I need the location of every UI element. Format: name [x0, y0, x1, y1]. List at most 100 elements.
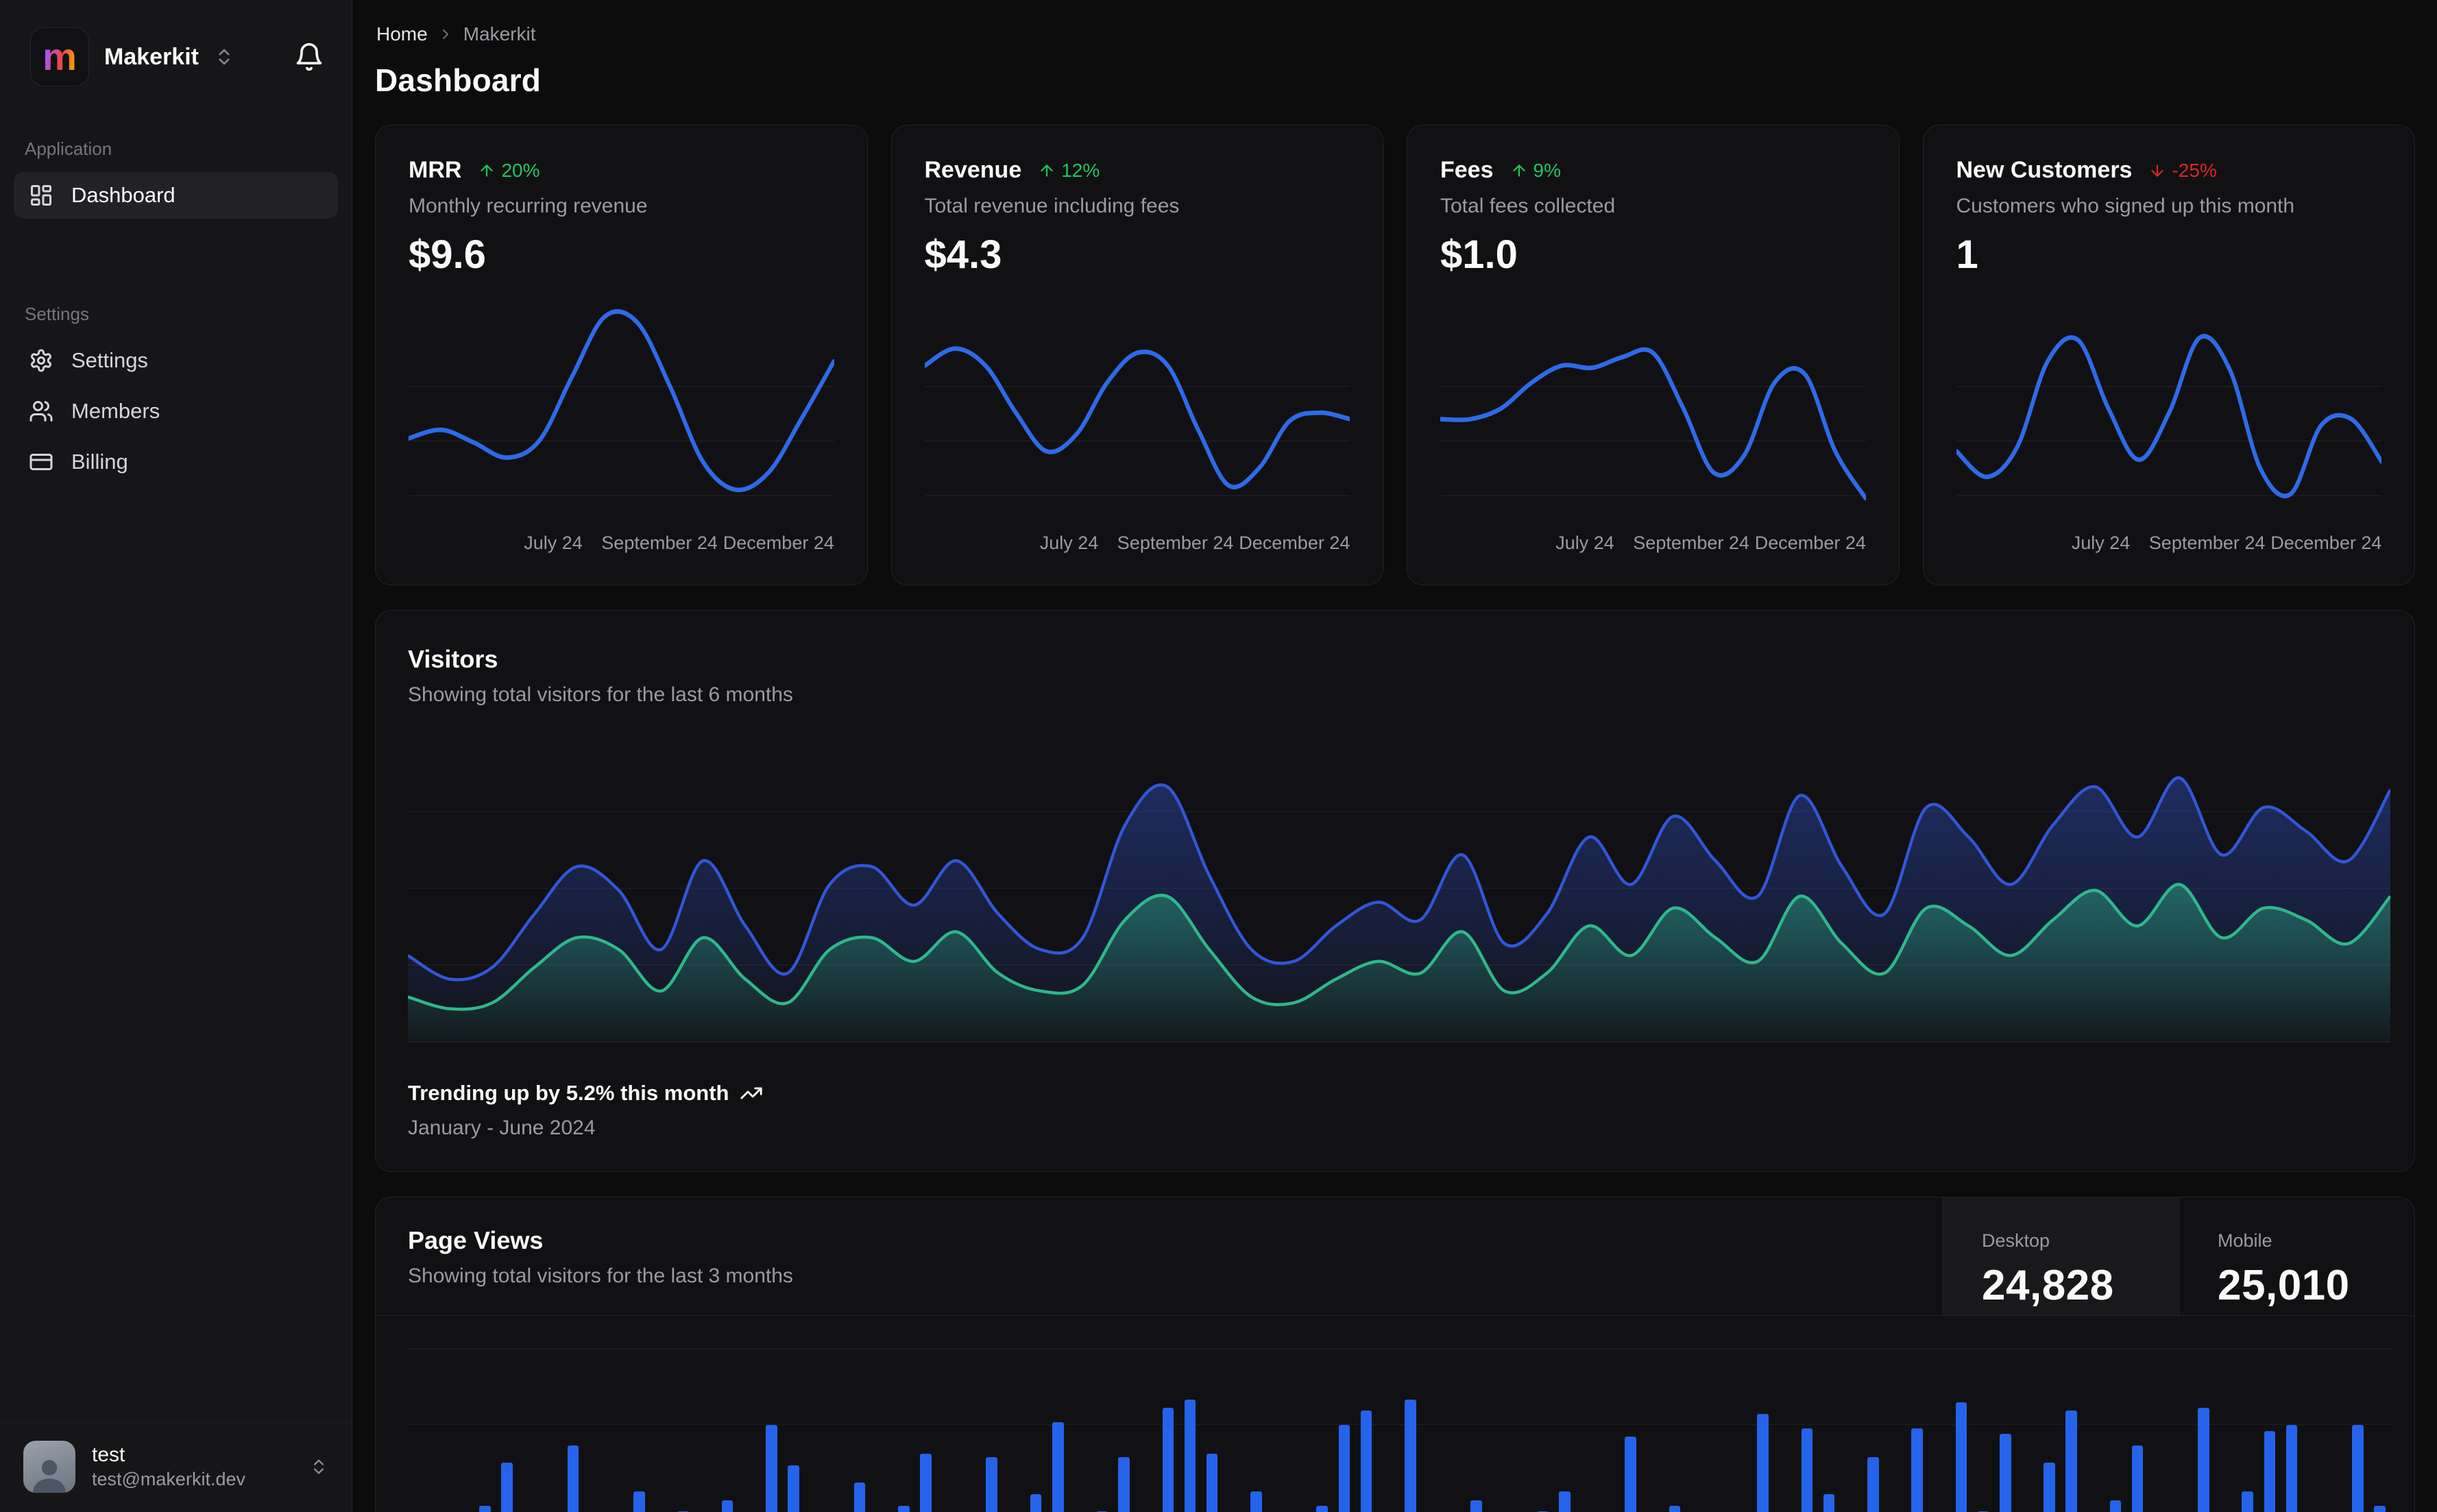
bar — [2083, 1316, 2105, 1512]
axis-tick: July 24 — [1039, 533, 1099, 553]
stat-card-new-customers: New Customers -25% Customers who signed … — [1922, 125, 2415, 585]
toggle-value: 25,010 — [2218, 1262, 2350, 1309]
axis-tick: December 24 — [1754, 533, 1866, 553]
stats-grid: MRR 20% Monthly recurring revenue $9.6 J… — [375, 125, 2415, 585]
stat-value: $1.0 — [1440, 232, 1518, 277]
bar — [1796, 1316, 1818, 1512]
chevron-right-icon — [437, 26, 454, 42]
x-axis-labels: July 24 September 24 December 24 — [1956, 533, 2382, 560]
visitors-area-chart — [408, 735, 2390, 1042]
stat-description: Total fees collected — [1440, 195, 1616, 217]
breadcrumb: Home Makerkit — [375, 23, 2415, 45]
toggle-mobile[interactable]: Mobile 25,010 — [2179, 1197, 2414, 1315]
trend-badge: 12% — [1038, 160, 1100, 182]
sparkline-chart — [409, 295, 834, 523]
bar — [1840, 1316, 1862, 1512]
bar — [893, 1316, 914, 1512]
bar — [1553, 1316, 1575, 1512]
toggle-value: 24,828 — [1982, 1262, 2114, 1309]
bar — [1642, 1316, 1664, 1512]
bar — [716, 1316, 738, 1512]
trend-value: -25% — [2172, 159, 2217, 181]
bar — [1730, 1316, 1751, 1512]
visitors-title: Visitors — [408, 645, 498, 673]
user-email: test@makerkit.dev — [92, 1468, 245, 1489]
bar — [1311, 1316, 1333, 1512]
page-title: Dashboard — [375, 62, 542, 98]
bar — [738, 1316, 760, 1512]
page-views-bar-chart — [408, 1316, 2390, 1512]
user-menu[interactable]: test test@makerkit.dev — [15, 1435, 337, 1498]
sidebar-item-label: Dashboard — [71, 183, 175, 207]
bar — [1950, 1316, 1972, 1512]
toggle-label: Mobile — [2218, 1230, 2272, 1251]
bar — [606, 1316, 628, 1512]
visitors-subtitle: Showing total visitors for the last 6 mo… — [408, 683, 793, 706]
stat-description: Monthly recurring revenue — [409, 195, 648, 217]
bar — [430, 1316, 452, 1512]
chevrons-up-down-icon — [214, 47, 234, 67]
bar — [914, 1316, 936, 1512]
bar — [1179, 1316, 1201, 1512]
stat-card-mrr: MRR 20% Monthly recurring revenue $9.6 J… — [375, 125, 868, 585]
bar — [1267, 1316, 1289, 1512]
bar — [1708, 1316, 1730, 1512]
trending-up-icon — [740, 1082, 763, 1105]
bar — [694, 1316, 716, 1512]
bar — [2016, 1316, 2038, 1512]
bell-icon[interactable] — [294, 42, 324, 72]
bar — [496, 1316, 518, 1512]
bar — [518, 1316, 540, 1512]
logo-letter: m — [43, 35, 77, 78]
bar — [1575, 1316, 1597, 1512]
sidebar-footer: test test@makerkit.dev — [0, 1422, 352, 1512]
bar — [827, 1316, 849, 1512]
bar — [1113, 1316, 1135, 1512]
axis-tick: July 24 — [2071, 533, 2131, 553]
bar — [1488, 1316, 1510, 1512]
bar — [452, 1316, 474, 1512]
bar — [2347, 1316, 2368, 1512]
trend-badge: -25% — [2148, 159, 2217, 182]
bar — [782, 1316, 804, 1512]
avatar — [23, 1441, 75, 1493]
sidebar-item-dashboard[interactable]: Dashboard — [14, 172, 338, 219]
gear-icon — [29, 348, 53, 373]
axis-tick: September 24 — [1633, 533, 1749, 553]
bar — [1664, 1316, 1686, 1512]
axis-tick: December 24 — [1239, 533, 1350, 553]
visitors-trend-text: Trending up by 5.2% this month — [408, 1081, 729, 1105]
bar — [1201, 1316, 1223, 1512]
bar — [760, 1316, 782, 1512]
axis-tick: July 24 — [1555, 533, 1614, 553]
sidebar-item-billing[interactable]: Billing — [14, 439, 338, 485]
bar — [1223, 1316, 1245, 1512]
bar — [1818, 1316, 1840, 1512]
bar — [1003, 1316, 1025, 1512]
stat-title: MRR — [409, 157, 462, 183]
sidebar-nav: Application Dashboard Settings Settings … — [0, 106, 352, 1422]
bar — [2148, 1316, 2170, 1512]
sidebar: m Makerkit Application Dashboard Setting… — [0, 0, 352, 1512]
bar — [1531, 1316, 1553, 1512]
sidebar-item-settings[interactable]: Settings — [14, 337, 338, 384]
bar — [1047, 1316, 1069, 1512]
chevrons-up-down-icon — [309, 1457, 328, 1476]
bar — [1091, 1316, 1113, 1512]
breadcrumb-home-link[interactable]: Home — [376, 23, 428, 45]
stat-value: $4.3 — [924, 232, 1002, 277]
bar — [1510, 1316, 1531, 1512]
arrow-up-icon — [1038, 162, 1056, 180]
axis-tick: September 24 — [1117, 533, 1234, 553]
bar — [981, 1316, 1003, 1512]
toggle-desktop[interactable]: Desktop 24,828 — [1943, 1197, 2179, 1315]
team-switcher[interactable]: m Makerkit — [0, 0, 352, 106]
stat-value: 1 — [1956, 232, 1978, 277]
bar — [672, 1316, 694, 1512]
stat-value: $9.6 — [409, 232, 486, 277]
sidebar-item-members[interactable]: Members — [14, 388, 338, 435]
dashboard-icon — [29, 183, 53, 208]
bar — [2215, 1316, 2237, 1512]
bar — [1157, 1316, 1179, 1512]
axis-tick: September 24 — [2148, 533, 2266, 553]
